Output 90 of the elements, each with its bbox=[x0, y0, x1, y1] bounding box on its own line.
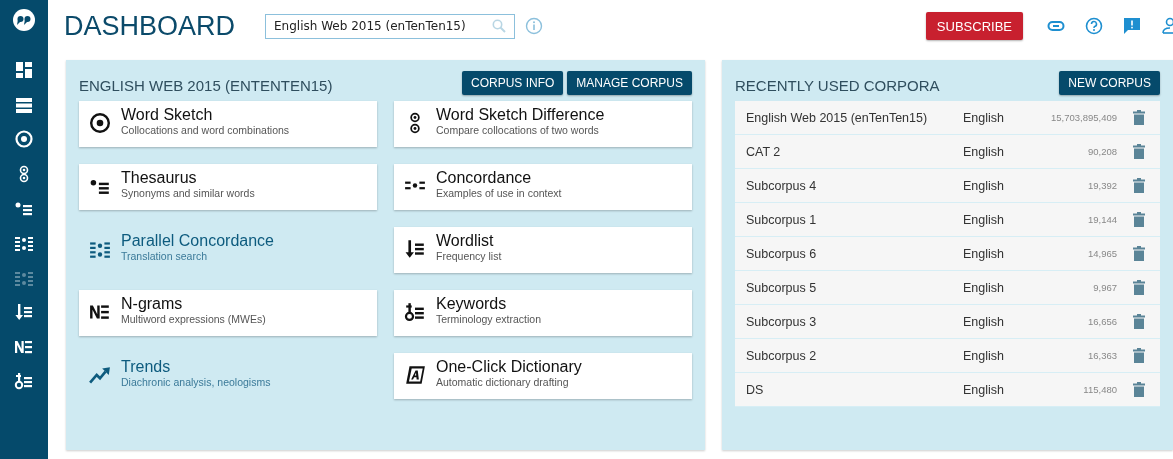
sort-down-icon[interactable] bbox=[14, 302, 34, 323]
trash-icon[interactable] bbox=[1132, 110, 1145, 125]
tool-description: Examples of use in context bbox=[436, 187, 562, 199]
key-list-icon bbox=[404, 301, 426, 323]
tool-name: Word Sketch Difference bbox=[436, 106, 605, 124]
user-icon[interactable] bbox=[1161, 17, 1173, 35]
tool-description: Translation search bbox=[121, 250, 208, 262]
corpus-name-cell[interactable]: Subcorpus 2 bbox=[735, 348, 963, 363]
target-icon bbox=[89, 112, 111, 134]
size-cell-text: 14,965 bbox=[1086, 248, 1117, 259]
size-cell-text: 16,656 bbox=[1086, 316, 1117, 327]
tool-name: One-Click Dictionary bbox=[436, 358, 582, 376]
trash-icon[interactable] bbox=[1132, 212, 1145, 227]
feedback-icon[interactable] bbox=[1123, 17, 1141, 35]
panel-title: RECENTLY USED CORPORA bbox=[735, 77, 940, 94]
link-icon[interactable] bbox=[1047, 20, 1065, 32]
trend-arrow-icon bbox=[89, 364, 111, 386]
trash-icon[interactable] bbox=[1132, 348, 1145, 363]
corpus-name-cell[interactable]: English Web 2015 (enTenTen15) bbox=[735, 110, 963, 125]
tool-card[interactable]: Word Sketch Collocations and word combinations bbox=[79, 101, 377, 147]
size-cell-text: 90,208 bbox=[1086, 146, 1117, 157]
corpus-search-field[interactable]: English Web 2015 (enTenTen15) bbox=[265, 13, 516, 39]
tool-card[interactable]: One-Click Dictionary Automatic dictionary drafting bbox=[394, 353, 692, 399]
search-icon bbox=[492, 19, 507, 33]
info-icon[interactable] bbox=[525, 17, 544, 35]
tool-description: Synonyms and similar words bbox=[121, 187, 255, 199]
size-cell-text: 19,144 bbox=[1086, 214, 1117, 225]
sort-down-icon bbox=[404, 238, 426, 260]
target-icon[interactable] bbox=[14, 129, 34, 150]
size-cell-text: 9,967 bbox=[1092, 282, 1117, 293]
language-cell-text: English bbox=[963, 178, 1005, 193]
language-cell-text: English bbox=[963, 246, 1005, 261]
tool-name: Concordance bbox=[436, 169, 533, 187]
trash-icon[interactable] bbox=[1132, 314, 1145, 329]
trash-icon[interactable] bbox=[1132, 280, 1145, 295]
tool-name: Parallel Concordance bbox=[121, 232, 274, 250]
dictionary-icon bbox=[404, 364, 426, 386]
trash-icon[interactable] bbox=[1132, 144, 1145, 159]
corpus-name-cell[interactable]: DS bbox=[735, 382, 963, 397]
tool-card[interactable]: Concordance Examples of use in context bbox=[394, 164, 692, 210]
tool-description: Multiword expressions (MWEs) bbox=[121, 313, 266, 325]
key-list-icon[interactable] bbox=[14, 371, 34, 392]
trash-icon[interactable] bbox=[1132, 178, 1145, 193]
panel-title: ENGLISH WEB 2015 (ENTENTEN15) bbox=[79, 77, 333, 94]
corpus-name-cell[interactable]: Subcorpus 5 bbox=[735, 280, 963, 295]
corpus-name-cell[interactable]: Subcorpus 1 bbox=[735, 212, 963, 227]
tool-name: Trends bbox=[121, 358, 172, 376]
tool-card[interactable]: Wordlist Frequency list bbox=[394, 227, 692, 273]
size-cell-text: 16,363 bbox=[1086, 350, 1117, 361]
tool-name: Wordlist bbox=[436, 232, 495, 250]
size-cell-text: 19,392 bbox=[1086, 180, 1117, 191]
language-cell-text: English bbox=[963, 144, 1005, 159]
corpus-name-cell[interactable]: Subcorpus 3 bbox=[735, 314, 963, 329]
tool-card[interactable]: Keywords Terminology extraction bbox=[394, 290, 692, 336]
dashboard-icon[interactable] bbox=[14, 60, 34, 80]
language-cell-text: English bbox=[963, 314, 1005, 329]
tool-card[interactable]: Thesaurus Synonyms and similar words bbox=[79, 164, 377, 210]
language-cell-text: English bbox=[963, 382, 1005, 397]
corpus-button[interactable]: CORPUS INFO bbox=[461, 70, 564, 95]
size-cell-text: 15,703,895,409 bbox=[1049, 112, 1117, 123]
tool-description: Diachronic analysis, neologisms bbox=[121, 376, 271, 388]
corpus-button[interactable]: MANAGE CORPUS bbox=[567, 70, 692, 95]
corpus-name-cell[interactable]: CAT 2 bbox=[735, 144, 963, 159]
tool-name: Thesaurus bbox=[121, 169, 198, 187]
size-cell-text: 115,480 bbox=[1082, 384, 1117, 395]
tool-name: N-grams bbox=[121, 295, 184, 313]
tool-card[interactable]: N-grams Multiword expressions (MWEs) bbox=[79, 290, 377, 336]
tool-description: Frequency list bbox=[436, 250, 502, 262]
language-cell-text: English bbox=[963, 280, 1005, 295]
tool-card[interactable]: Trends Diachronic analysis, neologisms bbox=[79, 353, 377, 399]
tool-description: Compare collocations of two words bbox=[436, 124, 600, 136]
trash-icon[interactable] bbox=[1132, 246, 1145, 261]
subscribe-button[interactable]: SUBSCRIBE bbox=[925, 12, 1023, 40]
tool-card[interactable]: Word Sketch Difference Compare collocations of two words bbox=[394, 101, 692, 147]
tool-description: Automatic dictionary drafting bbox=[436, 376, 570, 388]
tool-name: Keywords bbox=[436, 295, 508, 313]
language-cell-text: English bbox=[963, 348, 1005, 363]
language-cell-text: English bbox=[963, 212, 1005, 227]
page-title: DASHBOARD bbox=[64, 10, 236, 42]
tool-description: Terminology extraction bbox=[436, 313, 542, 325]
logo-icon[interactable] bbox=[12, 8, 36, 32]
tool-description: Collocations and word combinations bbox=[121, 124, 290, 136]
trash-icon[interactable] bbox=[1132, 382, 1145, 397]
new-corpus-button[interactable]: NEW CORPUS bbox=[1059, 70, 1160, 95]
corpus-name-cell[interactable]: Subcorpus 4 bbox=[735, 178, 963, 193]
tool-name: Word Sketch bbox=[121, 106, 214, 124]
tool-card[interactable]: Parallel Concordance Translation search bbox=[79, 227, 377, 273]
language-cell-text: English bbox=[963, 110, 1005, 125]
corpus-name-cell[interactable]: Subcorpus 6 bbox=[735, 246, 963, 261]
help-icon[interactable] bbox=[1085, 17, 1103, 35]
